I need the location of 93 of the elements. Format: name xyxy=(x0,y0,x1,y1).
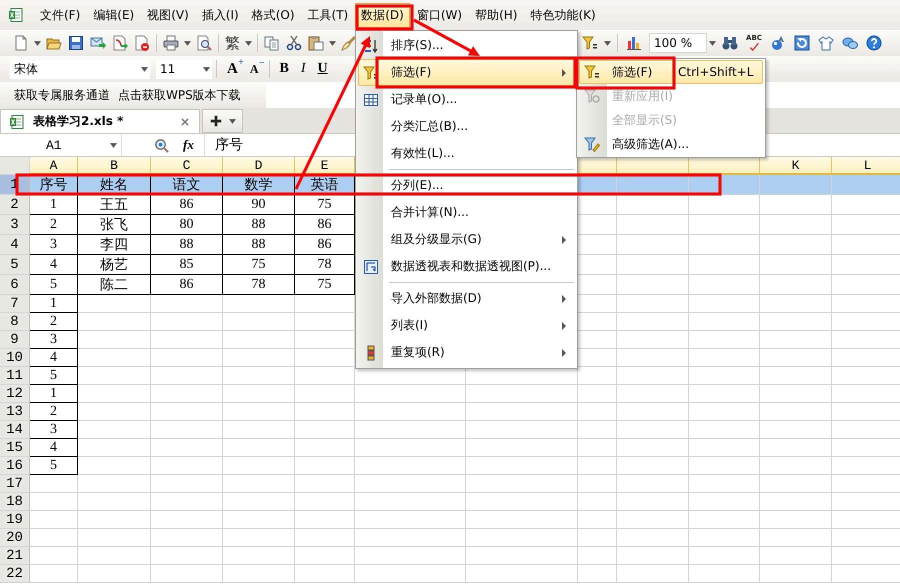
grow-font-button[interactable]: A$^{+}$ xyxy=(221,60,244,78)
row-header[interactable]: 11 xyxy=(0,367,30,385)
table-cell: 75 xyxy=(223,255,295,275)
row-header[interactable]: 20 xyxy=(0,529,30,547)
row-header[interactable]: 17 xyxy=(0,475,30,493)
row-header[interactable]: 22 xyxy=(0,565,30,583)
table-cell: 80 xyxy=(151,215,223,235)
menu-item[interactable]: 窗口(W) xyxy=(410,2,468,28)
menu-item[interactable]: 组及分级显示(G) xyxy=(358,226,575,253)
traditional-chinese-button[interactable]: 繁 xyxy=(222,34,243,52)
row-header[interactable]: 16 xyxy=(0,457,30,475)
column-header[interactable]: K xyxy=(760,157,832,175)
document-tab[interactable]: 表格学习2.xls * xyxy=(0,109,200,133)
table-cell: 1 xyxy=(30,295,78,313)
column-header[interactable]: D xyxy=(223,157,295,175)
promo-link[interactable]: 点击获取WPS版本下载 xyxy=(118,86,241,104)
table-cell: 2 xyxy=(30,313,78,331)
table-cell: 王五 xyxy=(78,195,151,215)
underline-button[interactable]: U xyxy=(312,61,334,77)
table-cell: 5 xyxy=(30,367,78,385)
column-header[interactable]: C xyxy=(151,157,223,175)
menu-item[interactable]: 格式(O) xyxy=(246,2,301,28)
menu-item[interactable]: 筛选(F) xyxy=(358,59,575,86)
row-header[interactable]: 10 xyxy=(0,349,30,367)
menu-item[interactable]: 有效性(L)... xyxy=(358,140,575,167)
menu-item[interactable]: 合并计算(N)... xyxy=(358,199,575,226)
menu-item[interactable]: 文件(F) xyxy=(34,2,86,28)
menu-item[interactable]: 重复项(R) xyxy=(358,339,575,366)
table-cell: 2 xyxy=(30,215,78,235)
row-header[interactable]: 2 xyxy=(0,195,30,215)
table-cell: 4 xyxy=(30,349,78,367)
menu-item[interactable]: 数据透视表和数据透视图(P)... xyxy=(358,253,575,280)
menu-item[interactable]: 分列(E)... xyxy=(358,172,575,199)
table-cell: 1 xyxy=(30,195,78,215)
row-header[interactable]: 14 xyxy=(0,421,30,439)
table-cell: 5 xyxy=(30,457,78,475)
row-header[interactable]: 3 xyxy=(0,215,30,235)
table-cell: 90 xyxy=(223,195,295,215)
function-button[interactable]: fx xyxy=(183,137,194,153)
menu-item[interactable]: 编辑(E) xyxy=(87,2,140,28)
table-cell: 5 xyxy=(30,275,78,295)
table-cell: 3 xyxy=(30,235,78,255)
row-header[interactable]: 4 xyxy=(0,235,30,255)
row-header[interactable]: 13 xyxy=(0,403,30,421)
bold-button[interactable]: B xyxy=(274,61,295,77)
promo-link[interactable]: 获取专属服务通道 xyxy=(14,86,110,104)
row-header[interactable]: 7 xyxy=(0,295,30,313)
row-header[interactable]: 12 xyxy=(0,385,30,403)
column-header[interactable]: A xyxy=(30,157,78,175)
shrink-font-button[interactable]: A$^{−}$ xyxy=(244,62,265,76)
table-cell: 3 xyxy=(30,331,78,349)
table-cell: 88 xyxy=(151,235,223,255)
font-size-field[interactable]: 11 xyxy=(156,60,212,78)
italic-button[interactable]: I xyxy=(294,61,312,77)
table-cell: 88 xyxy=(223,235,295,255)
zoom-field[interactable]: 100 % xyxy=(649,33,707,53)
menu-item[interactable]: 记录单(O)... xyxy=(358,86,575,113)
table-cell: 78 xyxy=(223,275,295,295)
menu-item[interactable]: 工具(T) xyxy=(302,2,354,28)
menu-item[interactable]: 分类汇总(B)... xyxy=(358,113,575,140)
menu-item[interactable]: 筛选(F) Ctrl+Shift+L xyxy=(579,60,763,84)
menu-item[interactable]: 视图(V) xyxy=(141,2,195,28)
table-cell: 张飞 xyxy=(78,215,151,235)
menu-item[interactable]: 特色功能(K) xyxy=(524,2,602,28)
column-header[interactable]: B xyxy=(78,157,151,175)
font-name-field[interactable]: 宋体 xyxy=(10,60,150,78)
column-header[interactable]: L xyxy=(832,157,900,175)
menu-item[interactable]: 帮助(H) xyxy=(469,2,524,28)
table-cell: 1 xyxy=(30,385,78,403)
row-header[interactable]: 21 xyxy=(0,547,30,565)
table-cell: 陈二 xyxy=(78,275,151,295)
table-cell: 85 xyxy=(151,255,223,275)
row-header[interactable]: 18 xyxy=(0,493,30,511)
table-cell: 李四 xyxy=(78,235,151,255)
table-cell: 3 xyxy=(30,421,78,439)
table-cell: 2 xyxy=(30,403,78,421)
menu-item[interactable]: 高级筛选(A)... xyxy=(579,132,763,156)
name-box[interactable]: A1 xyxy=(0,134,122,156)
table-cell: 4 xyxy=(30,439,78,457)
row-header[interactable]: 9 xyxy=(0,331,30,349)
menu-item[interactable]: 导入外部数据(D) xyxy=(358,285,575,312)
row-header[interactable]: 6 xyxy=(0,275,30,295)
menu-item[interactable]: 列表(I) xyxy=(358,312,575,339)
menu-item[interactable]: 插入(I) xyxy=(196,2,245,28)
table-cell: 86 xyxy=(151,195,223,215)
table-cell: 88 xyxy=(223,215,295,235)
row-header[interactable]: 5 xyxy=(0,255,30,275)
row-header[interactable]: 19 xyxy=(0,511,30,529)
table-cell: 86 xyxy=(151,275,223,295)
table-cell: 杨艺 xyxy=(78,255,151,275)
row-header[interactable]: 15 xyxy=(0,439,30,457)
row-header[interactable]: 8 xyxy=(0,313,30,331)
table-cell: 4 xyxy=(30,255,78,275)
